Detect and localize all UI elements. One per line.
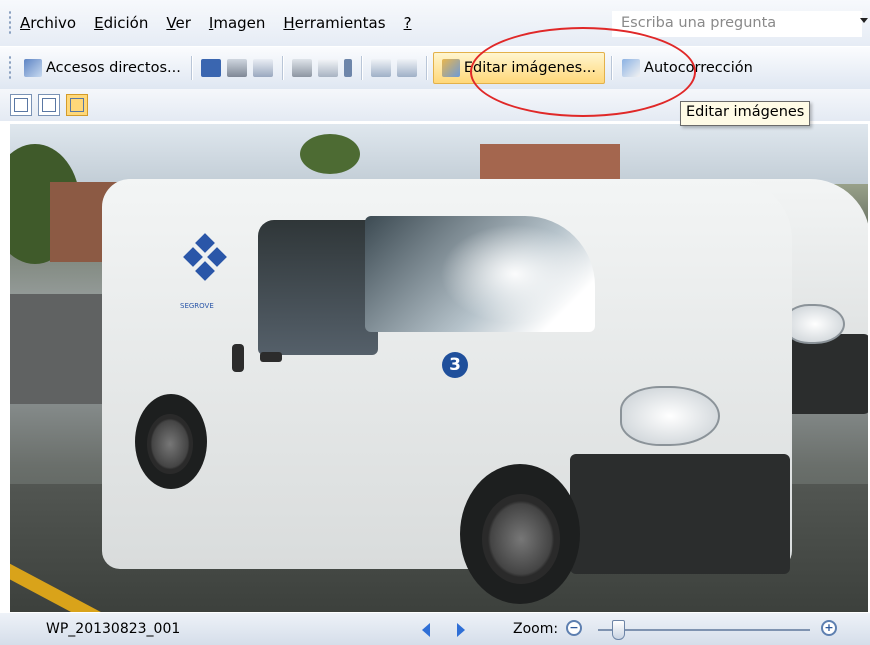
annotation-ellipse bbox=[470, 27, 696, 117]
door-handle bbox=[232, 344, 244, 372]
door-handle bbox=[260, 352, 282, 362]
van-front-headlight bbox=[620, 386, 720, 446]
toolbar-separator bbox=[281, 56, 283, 80]
toolbar: Accesos directos... Editar imágenes... A… bbox=[0, 47, 870, 89]
shortcuts-button[interactable]: Accesos directos... bbox=[20, 52, 185, 84]
filmstrip-view-icon[interactable] bbox=[38, 94, 60, 116]
image-preview: 2 SEGROVE 3 bbox=[10, 124, 868, 612]
menu-archivo[interactable]: Archivo bbox=[20, 14, 76, 32]
toolbar-options-icon[interactable] bbox=[343, 59, 352, 77]
zoom-slider-thumb[interactable] bbox=[611, 620, 625, 640]
sun-glare bbox=[440, 224, 590, 324]
thumbnail-view-icon[interactable] bbox=[10, 94, 32, 116]
zoom-in-icon[interactable]: + bbox=[821, 620, 837, 636]
menu-ver[interactable]: Ver bbox=[166, 14, 191, 32]
tree bbox=[300, 134, 360, 174]
toolbar-separator bbox=[360, 56, 362, 80]
edit-images-icon bbox=[441, 59, 460, 77]
ask-question-input[interactable]: Escriba una pregunta bbox=[612, 11, 862, 37]
print-icon[interactable] bbox=[226, 59, 247, 77]
van-front-front-hub bbox=[482, 494, 560, 584]
status-bar: WP_20130823_001 Zoom: − + bbox=[0, 613, 870, 645]
rotate-right-icon[interactable] bbox=[396, 59, 417, 77]
toolbar-grip[interactable] bbox=[8, 55, 12, 81]
tooltip: Editar imágenes bbox=[680, 101, 811, 126]
van-front-bumper bbox=[570, 454, 790, 574]
menu-imagen[interactable]: Imagen bbox=[209, 14, 266, 32]
file-name: WP_20130823_001 bbox=[46, 621, 181, 637]
van-back-headlight bbox=[785, 304, 845, 344]
van-front-side-window bbox=[258, 220, 378, 355]
send-icon[interactable] bbox=[252, 59, 273, 77]
previous-image-icon[interactable] bbox=[422, 623, 430, 637]
menu-edicion[interactable]: Edición bbox=[94, 14, 148, 32]
brand-text: SEGROVE bbox=[180, 302, 214, 310]
shortcuts-icon bbox=[24, 59, 42, 77]
ask-dropdown-arrow-icon[interactable] bbox=[860, 18, 868, 23]
rotate-left-icon[interactable] bbox=[370, 59, 391, 77]
zoom-slider-track[interactable] bbox=[598, 629, 810, 631]
single-image-view-icon[interactable] bbox=[66, 94, 88, 116]
cut-icon[interactable] bbox=[291, 59, 312, 77]
copy-icon[interactable] bbox=[317, 59, 338, 77]
toolbar-separator bbox=[190, 56, 192, 80]
zoom-label: Zoom: bbox=[513, 621, 559, 637]
shortcuts-label: Accesos directos... bbox=[46, 60, 181, 76]
menu-grip[interactable] bbox=[8, 10, 12, 36]
van-front-rear-hub bbox=[147, 414, 193, 474]
van-front-number: 3 bbox=[442, 352, 468, 378]
zoom-out-icon[interactable]: − bbox=[566, 620, 582, 636]
toolbar-separator bbox=[425, 56, 427, 80]
sky bbox=[10, 124, 868, 184]
menu-herramientas[interactable]: Herramientas bbox=[283, 14, 385, 32]
next-image-icon[interactable] bbox=[457, 623, 465, 637]
save-icon[interactable] bbox=[200, 59, 221, 77]
menu-help[interactable]: ? bbox=[404, 14, 412, 32]
